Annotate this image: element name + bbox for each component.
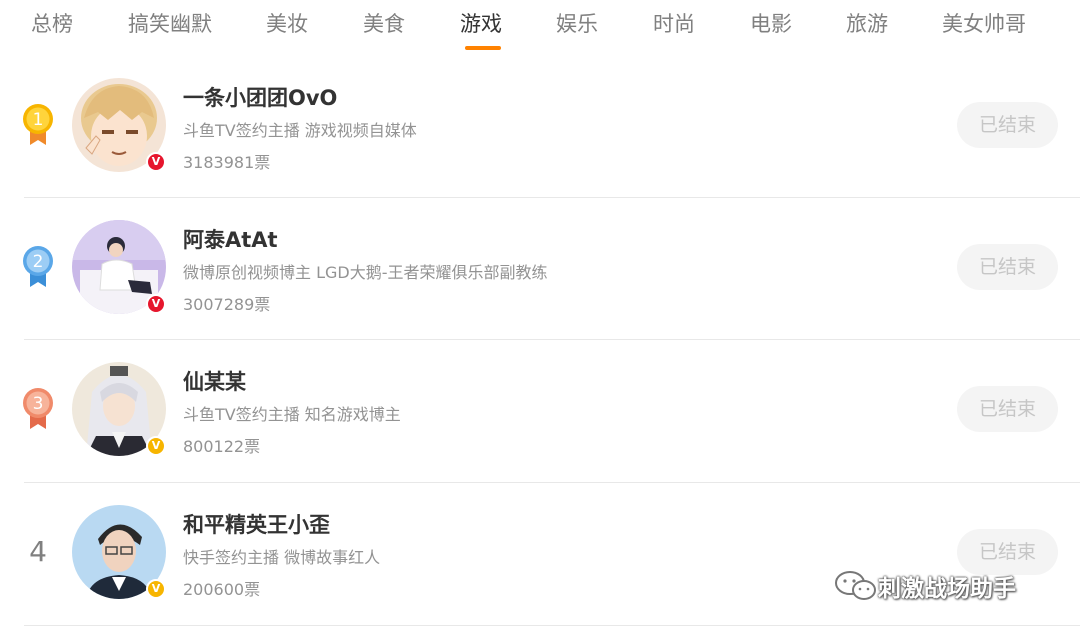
rank-number: 4 [29,535,47,568]
user-desc: 微博原创视频博主 LGD大鹅-王者荣耀俱乐部副教练 [183,263,548,282]
tab-dianying[interactable]: 电影 [750,8,792,44]
tab-zongbang[interactable]: 总榜 [31,8,73,44]
tab-gaoxiao[interactable]: 搞笑幽默 [128,8,212,44]
medal-silver-icon: 2 [23,246,53,287]
watermark: 刺激战场助手 [834,566,1016,606]
tab-shishang[interactable]: 时尚 [653,8,695,44]
vote-count: 3183981票 [183,153,271,172]
user-desc: 快手签约主播 微博故事红人 [183,548,381,567]
verified-v-icon: V [146,436,166,456]
ended-button[interactable]: 已结束 [957,102,1058,148]
verified-v-icon: V [146,579,166,599]
user-name[interactable]: 阿泰AtAt [183,224,278,254]
ended-button[interactable]: 已结束 [957,244,1058,290]
vote-count: 3007289票 [183,295,271,314]
rank-number: 2 [33,252,44,272]
user-desc: 斗鱼TV签约主播 知名游戏博主 [183,405,401,424]
category-tabs: 总榜 搞笑幽默 美妆 美食 游戏 娱乐 时尚 电影 旅游 美女帅哥 [0,0,1080,56]
tab-meishi[interactable]: 美食 [363,8,405,44]
user-name[interactable]: 仙某某 [183,366,246,396]
list-item[interactable]: 2 V 阿泰AtAt 微博原创视频博主 LGD大鹅-王者荣耀俱乐部副教练 300… [0,198,1080,340]
user-desc: 斗鱼TV签约主播 游戏视频自媒体 [183,121,417,140]
rank-number: 1 [33,110,44,130]
active-tab-indicator [465,46,501,50]
verified-v-icon: V [146,152,166,172]
medal-gold-icon: 1 [23,104,53,145]
divider [24,625,1080,626]
rank-number: 3 [33,394,44,414]
watermark-text: 刺激战场助手 [878,576,1016,602]
verified-v-icon: V [146,294,166,314]
medal-bronze-icon: 3 [23,388,53,429]
tab-yule[interactable]: 娱乐 [556,8,598,44]
user-name[interactable]: 一条小团团OvO [183,82,337,112]
wechat-icon [835,571,876,600]
user-name[interactable]: 和平精英王小歪 [183,509,330,539]
ended-button[interactable]: 已结束 [957,386,1058,432]
list-item[interactable]: 1 V 一条小团团OvO 斗鱼TV签约主播 游戏视频自媒体 3183981票 已… [0,56,1080,198]
tab-lvyou[interactable]: 旅游 [846,8,888,44]
vote-count: 200600票 [183,580,261,599]
vote-count: 800122票 [183,437,261,456]
tab-meinv[interactable]: 美女帅哥 [942,8,1026,44]
tab-youxi[interactable]: 游戏 [460,8,502,44]
list-item[interactable]: 3 V 仙某某 斗鱼TV签约主播 知名游戏博主 800122票 已结束 [0,340,1080,482]
tab-meizhuang[interactable]: 美妆 [266,8,308,44]
